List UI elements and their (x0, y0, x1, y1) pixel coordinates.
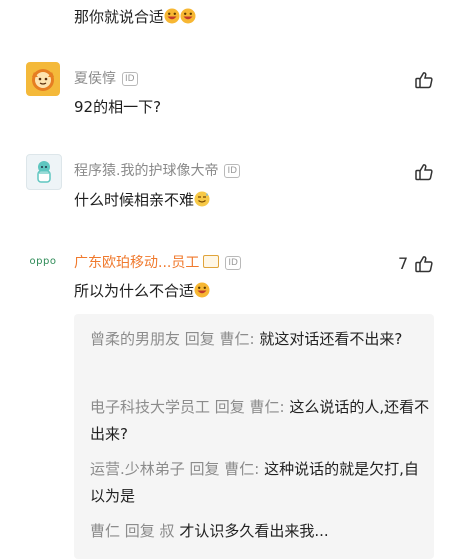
reply-item[interactable]: 电子科技大学员工 回复 曹仁: 这么说话的人,还看不出来? (90, 394, 430, 448)
id-badge: ID (225, 256, 241, 270)
reply-item[interactable]: 曾柔的男朋友 回复 曹仁: 就这对话还看不出来? (90, 326, 430, 353)
username[interactable]: 广东欧珀移动...员工 ID (74, 252, 241, 272)
id-badge: ID (122, 72, 138, 86)
grin-emoji-icon (194, 282, 210, 300)
comment-item: 程序猿.我的护球像大帝 ID 什么时候相亲不难 (0, 154, 458, 224)
thumbs-up-icon[interactable] (414, 162, 434, 182)
employee-badge-icon (203, 255, 220, 268)
thumbs-up-icon[interactable] (414, 254, 434, 274)
like-count: 7 (398, 254, 409, 273)
reply-author: 电子科技大学员工 回复 曹仁: (90, 398, 285, 416)
username[interactable]: 夏侯惇 ID (74, 68, 138, 88)
reply-text: 才认识多久看出来我... (179, 522, 329, 540)
reply-author: 运营.少林弟子 回复 曹仁: (90, 460, 260, 478)
comment-item: oppo 广东欧珀移动...员工 ID 所以为什么不合适 7 (0, 246, 458, 310)
comment-text: 92的相一下? (74, 98, 162, 116)
replies-panel: 曾柔的男朋友 回复 曹仁: 就这对话还看不出来? 电子科技大学员工 回复 曹仁:… (74, 314, 434, 559)
reply-text: 就这对话还看不出来? (259, 330, 403, 348)
reply-item[interactable]: 曹仁 回复 叔 才认识多久看出来我... (90, 518, 430, 545)
comment-text-partial: 那你就说合适 (74, 6, 196, 27)
reply-item[interactable]: 运营.少林弟子 回复 曹仁: 这种说话的就是欠打,自以为是 (90, 456, 430, 510)
thumbs-up-icon[interactable] (414, 70, 434, 90)
comment-text: 所以为什么不合适 (74, 280, 210, 301)
reply-author: 曾柔的男朋友 回复 曹仁: (90, 330, 255, 348)
comment-text: 什么时候相亲不难 (74, 189, 210, 210)
green-figure-avatar-icon[interactable] (26, 154, 62, 190)
oppo-logo-icon[interactable]: oppo (26, 248, 60, 274)
grin-emoji-icon (164, 8, 196, 26)
orange-cat-avatar-icon[interactable] (26, 62, 60, 96)
comment-item: 夏侯惇 ID 92的相一下? (0, 62, 458, 132)
username[interactable]: 程序猿.我的护球像大帝 ID (74, 160, 241, 180)
id-badge: ID (224, 164, 241, 178)
reply-author: 曹仁 回复 叔 (90, 522, 175, 540)
sweat-smile-emoji-icon (194, 191, 210, 209)
